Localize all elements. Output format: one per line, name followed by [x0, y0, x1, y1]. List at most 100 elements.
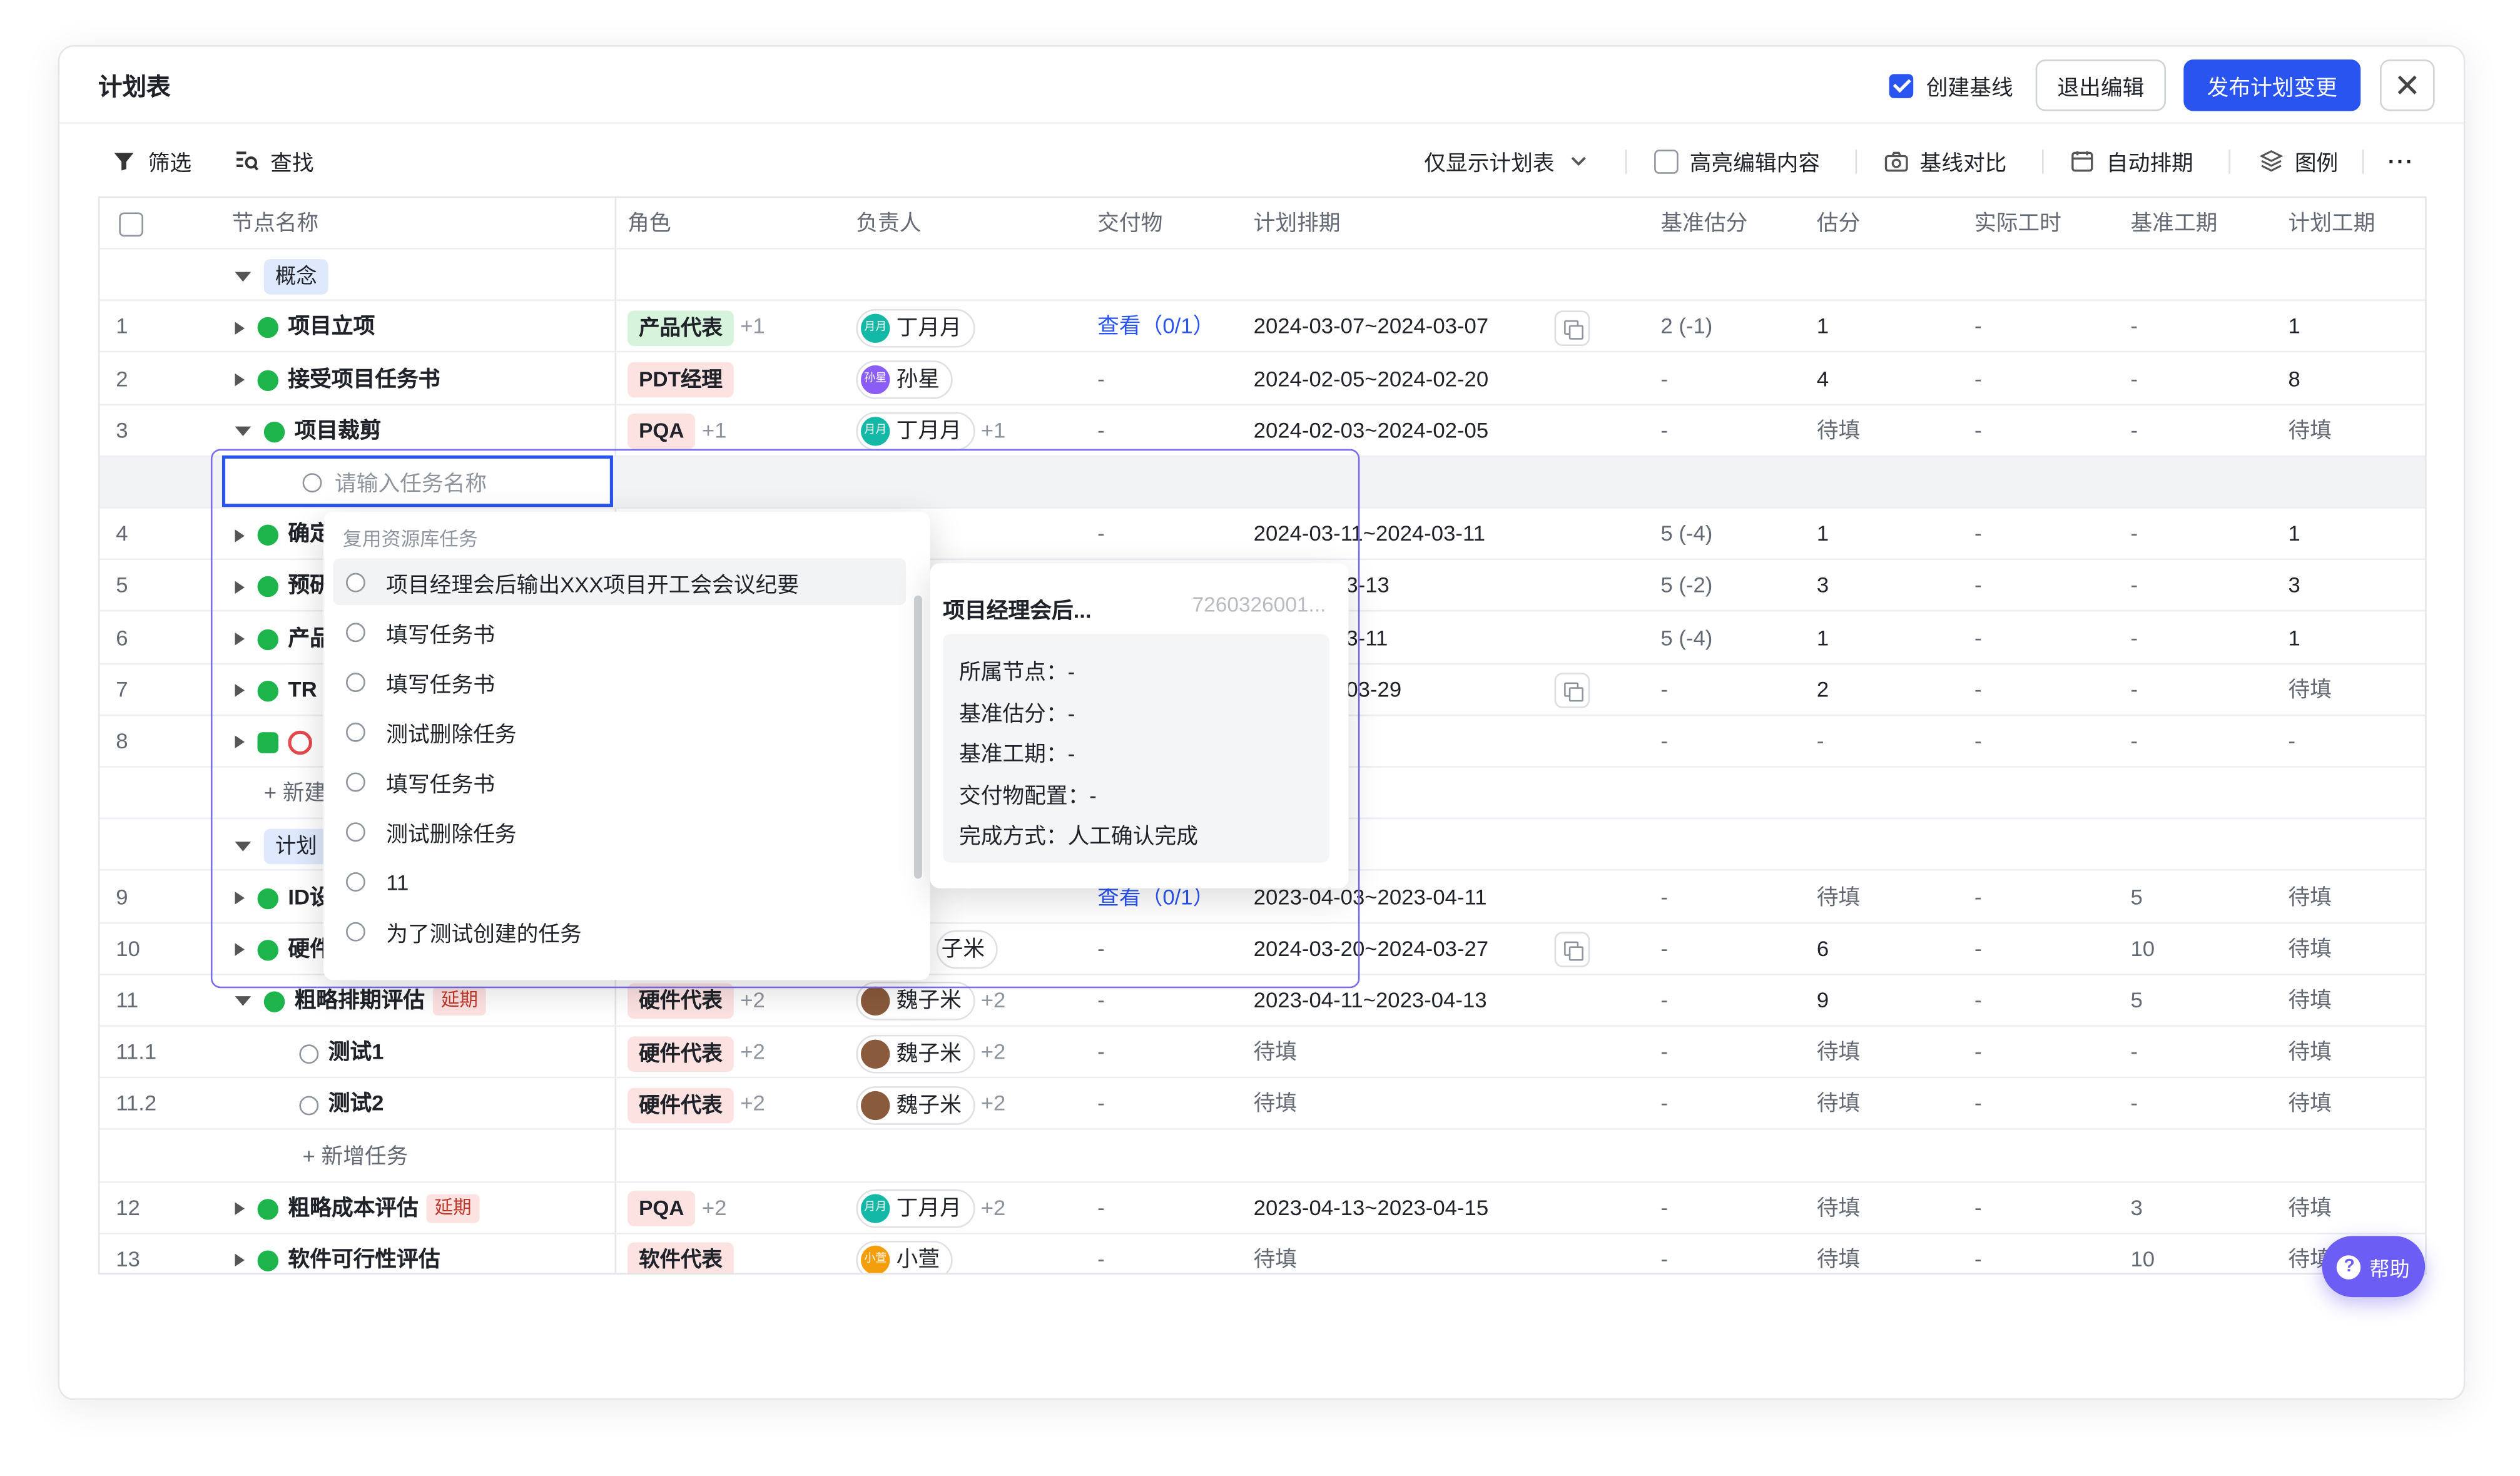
- schedule-cell[interactable]: 2023-04-11~2023-04-13: [1254, 975, 1487, 1027]
- highlight-checkbox[interactable]: [1654, 148, 1679, 173]
- role-cell[interactable]: 硬件代表 +2: [627, 1027, 765, 1078]
- base-est-cell[interactable]: -: [1660, 354, 1668, 405]
- publish-plan-change-button[interactable]: 发布计划变更: [2183, 59, 2361, 111]
- base-dur-cell[interactable]: 3: [2130, 1183, 2142, 1234]
- actual-cell[interactable]: -: [1974, 613, 1982, 664]
- task-name-cell[interactable]: 粗略排期评估 延期: [235, 975, 486, 1027]
- base-dur-cell[interactable]: 5: [2130, 975, 2142, 1027]
- owner-chip[interactable]: 月月 丁月月: [856, 1189, 975, 1229]
- plan-dur-cell[interactable]: 待填: [2289, 1079, 2332, 1130]
- base-est-cell[interactable]: -: [1660, 1183, 1668, 1234]
- table-row[interactable]: 1 项目立项 产品代表 +1 月月 丁月月 查看（0/1） 2024-03-07~2024-0…: [99, 302, 2426, 354]
- column-header[interactable]: 估分: [1817, 198, 1860, 249]
- owner-cell[interactable]: 孙星 孙星: [856, 354, 953, 405]
- est-cell[interactable]: 3: [1817, 561, 1829, 612]
- table-row[interactable]: 2 接受项目任务书 PDT经理 孙星 孙星 - 2024-02-05~2024-02-20 -…: [99, 354, 2426, 405]
- group-name-cell[interactable]: 概念: [235, 250, 328, 301]
- owner-chip[interactable]: 小萱 小萱: [856, 1241, 953, 1273]
- chevron-right-icon[interactable]: [235, 892, 245, 905]
- library-task-item[interactable]: 测试删除任务: [333, 808, 906, 855]
- library-task-item[interactable]: 填写任务书: [333, 758, 906, 805]
- column-header[interactable]: 角色: [627, 198, 671, 249]
- chevron-down-icon[interactable]: [235, 841, 251, 852]
- owner-cell[interactable]: 魏子米 +2: [856, 1079, 1005, 1130]
- task-name-cell[interactable]: 测试1: [299, 1027, 384, 1078]
- role-cell[interactable]: PQA +2: [627, 1183, 727, 1234]
- dropdown-scrollbar[interactable]: [913, 595, 922, 879]
- column-header[interactable]: 计划排期: [1254, 198, 1341, 249]
- owner-cell[interactable]: 子米: [936, 924, 998, 975]
- role-cell[interactable]: 硬件代表 +2: [627, 1079, 765, 1130]
- est-cell[interactable]: 2: [1817, 664, 1829, 716]
- role-cell[interactable]: 产品代表 +1: [627, 302, 765, 353]
- column-header[interactable]: 基准工期: [2130, 198, 2217, 249]
- chevron-right-icon[interactable]: [235, 684, 245, 698]
- schedule-cell[interactable]: 2023-04-13~2023-04-15: [1254, 1183, 1489, 1234]
- select-all-cell[interactable]: [119, 198, 143, 249]
- task-name-cell[interactable]: TR: [235, 664, 317, 716]
- plan-dur-cell[interactable]: 待填: [2289, 1027, 2332, 1078]
- radio-circle-icon[interactable]: [346, 772, 365, 792]
- base-dur-cell[interactable]: -: [2130, 561, 2138, 612]
- owner-cell[interactable]: 魏子米 +2: [856, 1027, 1005, 1078]
- view-select[interactable]: 仅显示计划表: [1424, 145, 1591, 176]
- schedule-cell[interactable]: 待填: [1254, 1079, 1297, 1130]
- plan-dur-cell[interactable]: -: [2289, 716, 2296, 768]
- base-est-cell[interactable]: -: [1660, 1234, 1668, 1273]
- chevron-right-icon[interactable]: [235, 321, 245, 335]
- chevron-down-icon[interactable]: [235, 427, 251, 437]
- actual-cell[interactable]: -: [1974, 354, 1982, 405]
- schedule-cell[interactable]: 待填: [1254, 1234, 1297, 1273]
- base-est-cell[interactable]: -: [1660, 405, 1668, 457]
- est-cell[interactable]: 1: [1817, 509, 1829, 560]
- plan-dur-cell[interactable]: 1: [2289, 613, 2300, 664]
- baseline-checkbox[interactable]: [1889, 73, 1914, 98]
- actual-cell[interactable]: -: [1974, 1183, 1982, 1234]
- table-row[interactable]: 11.1 测试1 硬件代表 +2 魏子米 +2- 待填 - 待填 - - 待填: [99, 1027, 2426, 1079]
- owner-cell[interactable]: 月月 丁月月: [856, 302, 975, 353]
- radio-circle-icon[interactable]: [346, 872, 365, 892]
- table-row[interactable]: 11.2 测试2 硬件代表 +2 魏子米 +2- 待填 - 待填 - - 待填: [99, 1079, 2426, 1131]
- copy-icon[interactable]: [1554, 932, 1590, 968]
- est-cell[interactable]: 1: [1817, 302, 1829, 353]
- base-dur-cell[interactable]: -: [2130, 1027, 2138, 1078]
- est-cell[interactable]: 待填: [1817, 872, 1860, 923]
- radio-circle-icon[interactable]: [346, 672, 365, 692]
- base-dur-cell[interactable]: -: [2130, 664, 2138, 716]
- task-name-cell[interactable]: 粗略成本评估 延期: [235, 1183, 480, 1234]
- copy-cell[interactable]: [1554, 924, 1590, 975]
- base-est-cell[interactable]: -: [1660, 716, 1668, 768]
- deliverable-cell[interactable]: 查看（0/1）: [1097, 302, 1214, 353]
- schedule-cell[interactable]: 2024-02-05~2024-02-20: [1254, 354, 1489, 405]
- task-status-circle-icon[interactable]: [299, 1044, 319, 1064]
- est-cell[interactable]: 6: [1817, 924, 1829, 975]
- add-task-link[interactable]: + 新增任务: [303, 1131, 409, 1182]
- actual-cell[interactable]: -: [1974, 1079, 1982, 1130]
- actual-cell[interactable]: -: [1974, 561, 1982, 612]
- base-dur-cell[interactable]: -: [2130, 302, 2138, 353]
- task-name-input[interactable]: 请输入任务名称: [221, 455, 613, 507]
- est-cell[interactable]: 1: [1817, 613, 1829, 664]
- owner-chip[interactable]: 魏子米: [856, 1086, 975, 1125]
- radio-circle-icon[interactable]: [346, 822, 365, 842]
- filter-button[interactable]: 筛选: [111, 145, 191, 176]
- schedule-cell[interactable]: 待填: [1254, 1027, 1297, 1078]
- actual-cell[interactable]: -: [1974, 664, 1982, 716]
- highlight-edits-toggle[interactable]: 高亮编辑内容: [1654, 145, 1820, 176]
- task-name-cell[interactable]: 软件可行性评估: [235, 1234, 440, 1273]
- plan-dur-cell[interactable]: 待填: [2289, 872, 2332, 923]
- schedule-cell[interactable]: 2024-03-20~2024-03-27: [1254, 924, 1489, 975]
- owner-cell[interactable]: 魏子米 +2: [856, 975, 1005, 1027]
- library-task-item[interactable]: 为了测试创建的任务: [333, 909, 906, 955]
- table-row[interactable]: + 新增任务: [99, 1131, 2426, 1183]
- plan-dur-cell[interactable]: 待填: [2289, 975, 2332, 1027]
- actual-cell[interactable]: -: [1974, 872, 1982, 923]
- plan-dur-cell[interactable]: 3: [2289, 561, 2300, 612]
- role-cell[interactable]: PQA +1: [627, 405, 727, 457]
- owner-chip[interactable]: 月月 丁月月: [856, 308, 975, 348]
- task-status-circle-icon[interactable]: [299, 1096, 319, 1116]
- owner-chip[interactable]: 子米: [936, 930, 998, 970]
- owner-chip[interactable]: 魏子米: [856, 1034, 975, 1073]
- est-cell[interactable]: 待填: [1817, 1183, 1860, 1234]
- column-header[interactable]: 计划工期: [2289, 198, 2375, 249]
